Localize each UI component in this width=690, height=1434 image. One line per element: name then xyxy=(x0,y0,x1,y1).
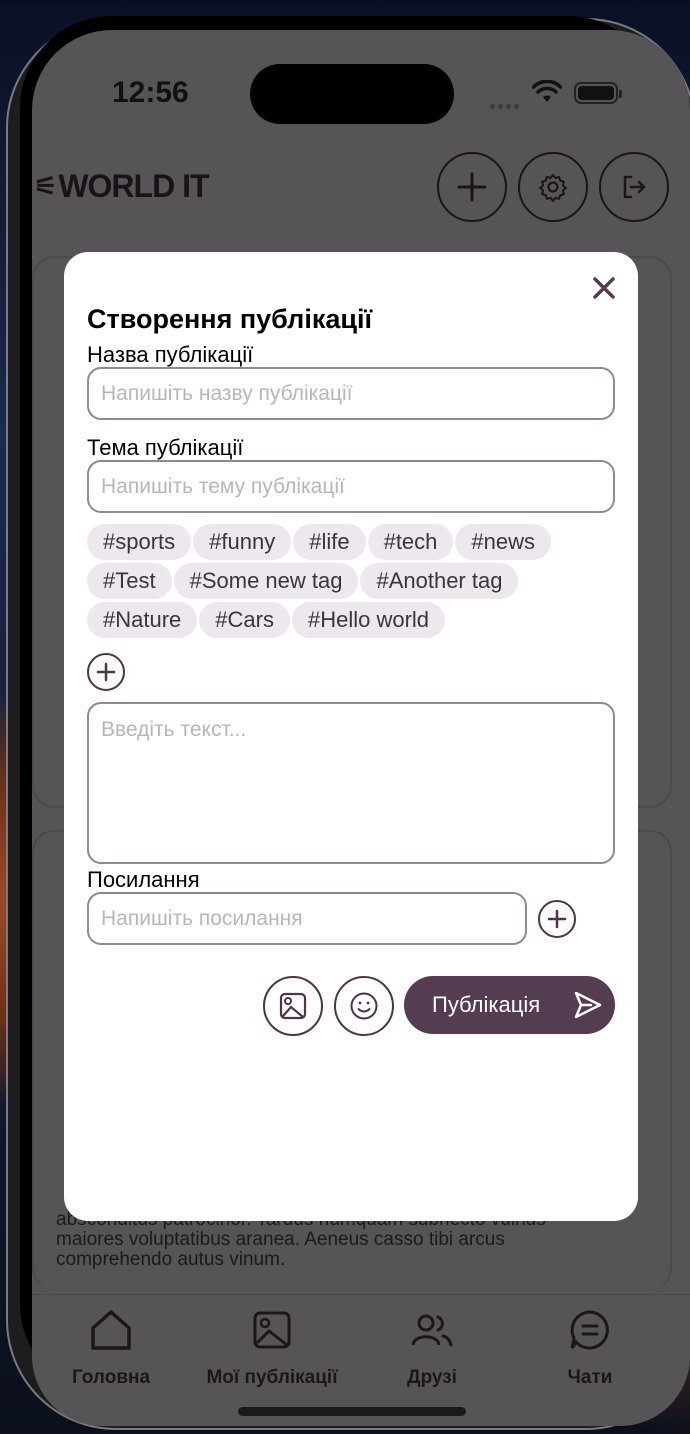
tag-chip[interactable]: #funny xyxy=(193,524,292,560)
tag-chip[interactable]: #Another tag xyxy=(360,563,519,599)
nav-label-friends: Друзі xyxy=(407,1367,457,1388)
post-text-input[interactable] xyxy=(87,702,615,864)
status-time: 12:56 xyxy=(112,76,189,109)
link-label: Посилання xyxy=(87,867,200,892)
modal-title: Створення публікації xyxy=(87,304,373,334)
nav-label-home: Головна xyxy=(71,1367,151,1388)
post-name-label: Назва публікації xyxy=(87,342,254,367)
close-icon xyxy=(593,277,615,299)
logout-icon xyxy=(623,175,646,199)
plus-icon xyxy=(96,662,116,682)
tag-chip[interactable]: #sports xyxy=(87,524,192,560)
tag-row: #Test #Some new tag #Another tag xyxy=(87,563,607,599)
image-icon xyxy=(279,992,307,1020)
tag-chip[interactable]: #Some new tag xyxy=(173,563,359,599)
tag-list: #sports #funny #life #tech #news #Test #… xyxy=(87,524,607,641)
app-logo: ⚟ WORLD IT xyxy=(34,168,210,205)
logo-text: WORLD IT xyxy=(58,168,209,204)
publish-button[interactable]: Публікація xyxy=(404,976,615,1034)
battery-icon xyxy=(574,82,622,104)
nav-label-my-posts: Мої публікації xyxy=(206,1367,338,1388)
chat-icon xyxy=(570,1310,609,1350)
friends-icon xyxy=(411,1314,453,1347)
gear-icon xyxy=(539,174,567,202)
nav-item-my-posts[interactable]: Мої публікації xyxy=(198,1305,346,1389)
settings-button[interactable] xyxy=(518,152,588,222)
tag-row: #Nature #Cars #Hello world xyxy=(87,602,607,638)
emoji-button[interactable] xyxy=(334,976,394,1036)
post-topic-input[interactable] xyxy=(87,460,615,513)
logout-button[interactable] xyxy=(599,152,669,222)
home-icon xyxy=(91,1310,131,1350)
close-button[interactable] xyxy=(588,272,620,304)
post-topic-label: Тема публікації xyxy=(87,435,244,460)
nav-label-chats: Чати xyxy=(567,1367,613,1388)
home-indicator xyxy=(238,1407,466,1416)
tag-chip[interactable]: #Cars xyxy=(199,602,290,638)
add-tag-button[interactable] xyxy=(87,653,125,691)
image-icon xyxy=(253,1311,291,1349)
nav-item-friends[interactable]: Друзі xyxy=(392,1305,472,1389)
link-input[interactable] xyxy=(87,892,527,945)
emoji-icon xyxy=(350,992,378,1020)
create-post-modal: Створення публікації Назва публікації Те… xyxy=(64,252,638,1221)
status-bar: 12:56 xyxy=(32,30,690,150)
logo-mark-icon: ⚟ xyxy=(34,171,57,201)
dynamic-island xyxy=(250,64,454,124)
publish-label: Публікація xyxy=(432,992,541,1017)
wifi-icon xyxy=(532,80,562,102)
tag-chip[interactable]: #life xyxy=(293,524,366,560)
cellular-icon xyxy=(490,96,526,109)
tag-chip[interactable]: #Hello world xyxy=(291,602,446,638)
create-post-button[interactable] xyxy=(437,152,507,222)
send-icon xyxy=(574,991,602,1019)
add-image-button[interactable] xyxy=(263,976,323,1036)
nav-item-chats[interactable]: Чати xyxy=(556,1305,624,1389)
tag-chip[interactable]: #Nature xyxy=(87,602,198,638)
nav-item-home[interactable]: Головна xyxy=(68,1305,154,1389)
tag-chip[interactable]: #Test xyxy=(87,563,172,599)
post-name-input[interactable] xyxy=(87,367,615,420)
add-link-button[interactable] xyxy=(538,900,576,938)
tag-row: #sports #funny #life #tech #news xyxy=(87,524,607,560)
tag-chip[interactable]: #news xyxy=(455,524,551,560)
tag-chip[interactable]: #tech xyxy=(367,524,454,560)
plus-icon xyxy=(457,172,487,202)
plus-icon xyxy=(547,909,567,929)
